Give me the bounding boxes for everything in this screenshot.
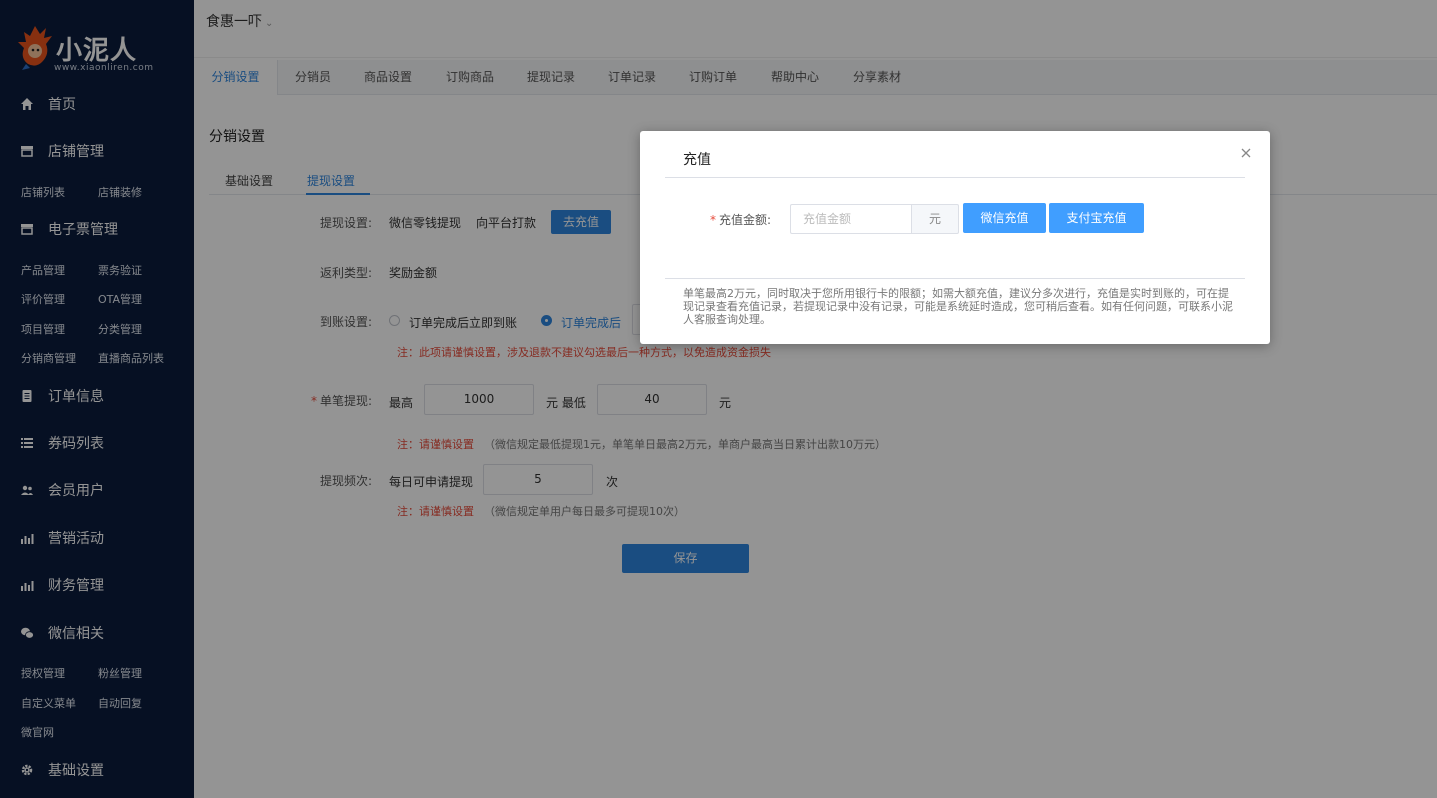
recharge-amount-label: * 充值金额: bbox=[710, 213, 772, 227]
recharge-modal: 充值 * 充值金额: 充值金额 元 微信充值 支付宝充值 单笔最高2万元，同时取决… bbox=[640, 131, 1270, 344]
modal-header-divider bbox=[665, 177, 1245, 178]
recharge-amount-unit: 元 bbox=[911, 204, 959, 234]
modal-backdrop[interactable] bbox=[0, 0, 1437, 798]
modal-title: 充值 bbox=[683, 152, 711, 168]
recharge-amount-input[interactable]: 充值金额 bbox=[790, 204, 912, 234]
modal-footer-divider bbox=[665, 278, 1245, 279]
recharge-tip: 单笔最高2万元，同时取决于您所用银行卡的限额；如需大额充值，建议分多次进行，充值… bbox=[683, 287, 1233, 326]
close-icon[interactable] bbox=[1240, 147, 1252, 159]
wechat-recharge-button[interactable]: 微信充值 bbox=[963, 203, 1046, 233]
alipay-recharge-button[interactable]: 支付宝充值 bbox=[1049, 203, 1144, 233]
